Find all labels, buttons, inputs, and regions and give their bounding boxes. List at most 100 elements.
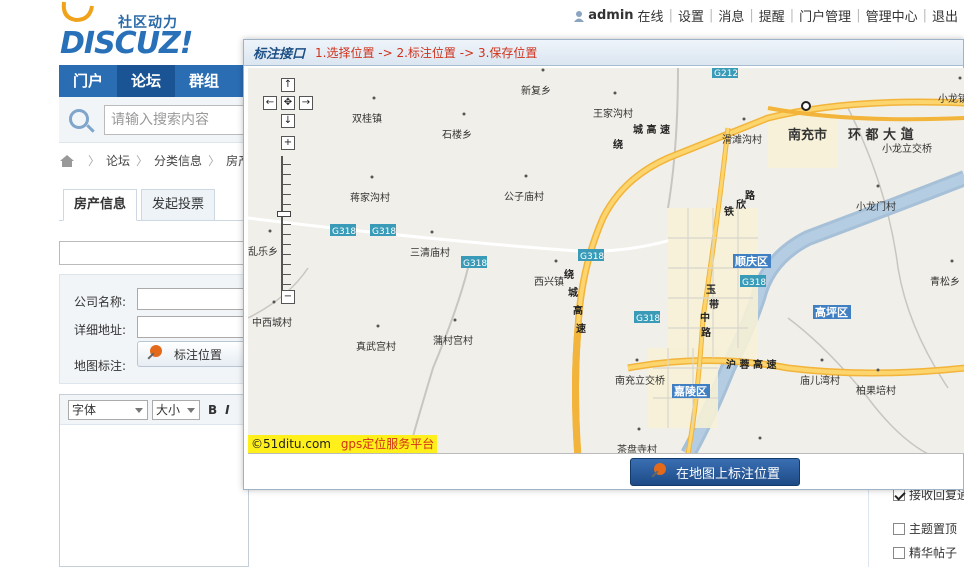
zoom-control: ↑ ← ✥ → ↓ + −: [263, 78, 313, 308]
chevron-icon: 〉: [136, 154, 149, 168]
option-label: 主题置顶: [909, 522, 958, 536]
pushpin-icon: [146, 345, 164, 363]
place-label: 茶盘寺村: [617, 443, 657, 454]
city-center-icon: [801, 101, 811, 111]
zoom-tick: [283, 174, 291, 175]
zoom-out-button[interactable]: −: [281, 290, 295, 304]
place-dot: [820, 358, 824, 362]
mark-location-label: 标注位置: [174, 347, 223, 362]
place-dot: [758, 436, 762, 440]
dialog-titlebar[interactable]: 标注接口 1.选择位置 -> 2.标注位置 -> 3.保存位置: [244, 40, 963, 66]
zoom-slider-thumb[interactable]: [277, 211, 291, 217]
place-label: 石楼乡: [442, 128, 472, 141]
address-input[interactable]: [137, 316, 252, 338]
nav-portal[interactable]: 门户: [59, 65, 117, 97]
mark-location-button[interactable]: 标注位置: [137, 341, 247, 367]
place-label: 柏果培村: [856, 384, 896, 397]
checkbox[interactable]: [893, 522, 905, 535]
road-label: 高: [573, 304, 583, 317]
divider: |: [789, 8, 795, 23]
pan-down-button[interactable]: ↓: [281, 114, 295, 128]
pan-up-button[interactable]: ↑: [281, 78, 295, 92]
option-digest[interactable]: 精华帖子: [893, 544, 957, 561]
place-label: 三清庙村: [410, 246, 450, 259]
search-bar: 请输入搜索内容: [59, 97, 249, 143]
subject-input[interactable]: [59, 241, 249, 265]
nav-forum[interactable]: 论坛: [117, 65, 176, 97]
notifications-link[interactable]: 提醒: [759, 6, 785, 25]
pan-right-button[interactable]: →: [299, 96, 313, 110]
admin-center-link[interactable]: 管理中心: [866, 6, 918, 25]
map-canvas[interactable]: 南充市新复乡王家沟村双桂镇石楼乡滑滩沟村环 都 大 道小龙立交桥小龙镇蒋家沟村公…: [248, 68, 964, 454]
map-layer[interactable]: 南充市新复乡王家沟村双桂镇石楼乡滑滩沟村环 都 大 道小龙立交桥小龙镇蒋家沟村公…: [248, 68, 964, 454]
district-label: 高坪区: [815, 305, 848, 319]
zoom-tick: [283, 224, 291, 225]
checkbox[interactable]: [893, 546, 905, 559]
chevron-icon: 〉: [208, 154, 221, 168]
highway-label: G318: [742, 278, 766, 288]
road-label: 绕: [564, 268, 574, 281]
pan-center-button[interactable]: ✥: [281, 96, 295, 110]
place-dot: [613, 91, 617, 95]
place-dot: [370, 175, 374, 179]
place-label: 中西城村: [252, 316, 292, 329]
attribution-source[interactable]: ©51ditu.com: [251, 437, 331, 451]
place-dot: [430, 230, 434, 234]
map-mark-dialog: 标注接口 1.选择位置 -> 2.标注位置 -> 3.保存位置 南充市 新复乡 …: [243, 39, 964, 490]
messages-link[interactable]: 消息: [718, 6, 744, 25]
size-select[interactable]: 大小: [152, 399, 200, 420]
place-label: 王家沟村: [593, 107, 633, 120]
zoom-tick: [283, 234, 291, 235]
zoom-in-button[interactable]: +: [281, 136, 295, 150]
logout-link[interactable]: 退出: [932, 6, 958, 25]
post-options: 接收回复通 主题置顶 精华帖子: [868, 482, 964, 567]
nav-groups[interactable]: 群组: [175, 65, 233, 97]
highway-label: G318: [463, 259, 487, 269]
settings-link[interactable]: 设置: [678, 6, 704, 25]
username-link[interactable]: admin: [588, 8, 633, 23]
divider: |: [749, 8, 754, 23]
place-dot: [462, 112, 466, 116]
place-dot: [524, 174, 528, 178]
district-label: 嘉陵区: [673, 384, 707, 398]
zoom-tick: [283, 194, 291, 195]
search-input[interactable]: 请输入搜索内容: [104, 105, 249, 135]
top-user-nav: admin 在线 | 设置 | 消息 | 提醒 | 门户管理 | 管理中心 | …: [573, 6, 958, 25]
search-icon[interactable]: [69, 109, 89, 129]
district-label: 顺庆区: [735, 254, 768, 268]
place-dot: [554, 259, 558, 263]
post-tabs: 房产信息 发起投票: [63, 189, 219, 221]
place-label: 蒲村宫村: [433, 334, 473, 347]
divider: |: [668, 8, 673, 23]
attribution-service[interactable]: gps定位服务平台: [341, 437, 435, 451]
user-icon: [574, 10, 585, 22]
home-icon[interactable]: [60, 154, 74, 167]
place-dot: [637, 427, 641, 431]
place-label: 青松乡: [930, 275, 960, 288]
bold-button[interactable]: B: [208, 403, 217, 417]
breadcrumb-forum[interactable]: 论坛: [106, 152, 130, 169]
online-status: 在线: [637, 10, 664, 25]
place-label: 蒋家沟村: [350, 191, 390, 204]
zoom-tick: [283, 264, 291, 265]
company-input[interactable]: [137, 288, 252, 310]
place-dot: [453, 318, 457, 322]
content-editor[interactable]: 字体 大小 B I: [59, 394, 249, 567]
map-road: [407, 267, 469, 453]
breadcrumb-category[interactable]: 分类信息: [154, 152, 202, 169]
portal-admin-link[interactable]: 门户管理: [799, 6, 851, 25]
italic-button[interactable]: I: [225, 403, 229, 417]
tab-start-poll[interactable]: 发起投票: [141, 189, 216, 221]
road-label: 速: [576, 322, 586, 335]
option-sticky[interactable]: 主题置顶: [893, 520, 957, 537]
tab-housing-info[interactable]: 房产信息: [63, 189, 138, 221]
mark-on-map-button[interactable]: 在地图上标注位置: [630, 458, 800, 486]
checkbox[interactable]: [893, 488, 905, 501]
place-dot: [635, 358, 639, 362]
place-dot: [376, 324, 380, 328]
road-label: 路: [745, 189, 756, 202]
zoom-slider[interactable]: [277, 156, 291, 304]
pan-left-button[interactable]: ←: [263, 96, 277, 110]
road-label: 绕: [613, 138, 623, 151]
font-select[interactable]: 字体: [68, 399, 148, 420]
